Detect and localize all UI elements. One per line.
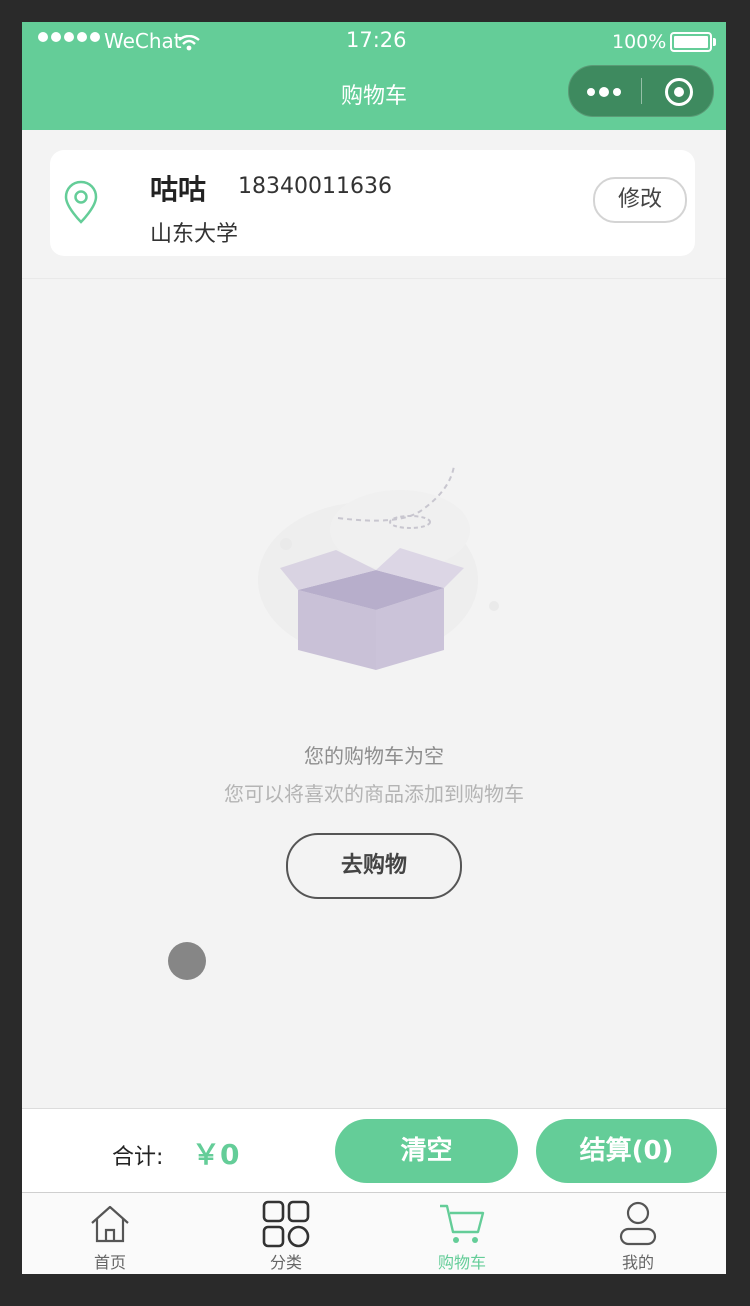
total-label: 合计: xyxy=(112,1145,164,1170)
tab-cart-label: 购物车 xyxy=(437,1253,486,1272)
checkout-bar: 合计: ￥0 清空 结算(0) xyxy=(22,1108,726,1193)
battery-icon xyxy=(670,32,716,52)
touch-indicator xyxy=(168,942,206,980)
capsule-divider xyxy=(641,78,642,104)
status-bar: WeChat 17:26 100% xyxy=(22,22,726,62)
category-icon xyxy=(226,1199,346,1249)
more-icon[interactable] xyxy=(587,87,621,97)
close-miniprogram-icon[interactable] xyxy=(665,78,693,106)
tab-category-label: 分类 xyxy=(269,1253,302,1272)
carrier-label: WeChat xyxy=(104,29,182,53)
clock: 17:26 xyxy=(346,28,407,52)
recipient-address: 山东大学 xyxy=(150,222,239,247)
tab-bar: 首页 分类 购物车 我的 xyxy=(22,1192,726,1274)
tab-home-label: 首页 xyxy=(93,1253,126,1272)
signal-icon xyxy=(38,32,100,42)
empty-cart-subtitle: 您可以将喜欢的商品添加到购物车 xyxy=(224,782,524,806)
tab-mine[interactable]: 我的 xyxy=(578,1199,698,1273)
tab-mine-label: 我的 xyxy=(621,1253,654,1272)
address-card: 咕咕 18340011636 山东大学 修改 xyxy=(50,150,695,256)
wifi-icon xyxy=(178,32,200,56)
clear-cart-button[interactable]: 清空 xyxy=(335,1119,518,1183)
checkout-button[interactable]: 结算(0) xyxy=(536,1119,717,1183)
app-window: WeChat 17:26 100% 购物车 咕咕 18340011636 山东大… xyxy=(22,22,726,1274)
top-bar: WeChat 17:26 100% 购物车 xyxy=(22,22,726,130)
empty-cart-title: 您的购物车为空 xyxy=(304,744,444,768)
miniprogram-capsule xyxy=(568,65,714,117)
cart-icon xyxy=(402,1199,522,1249)
tab-category[interactable]: 分类 xyxy=(226,1199,346,1273)
home-icon xyxy=(50,1199,170,1249)
battery-percent: 100% xyxy=(612,31,667,53)
tab-cart[interactable]: 购物车 xyxy=(402,1199,522,1273)
tab-home[interactable]: 首页 xyxy=(50,1199,170,1273)
recipient-name: 咕咕 xyxy=(150,173,207,206)
recipient-phone: 18340011636 xyxy=(238,174,392,199)
divider xyxy=(22,278,726,279)
user-icon xyxy=(578,1199,698,1249)
location-pin-icon xyxy=(64,180,98,228)
go-shopping-button[interactable]: 去购物 xyxy=(286,833,462,899)
modify-address-button[interactable]: 修改 xyxy=(593,177,687,223)
empty-box-illustration xyxy=(250,460,510,684)
total-amount: ￥0 xyxy=(192,1138,240,1171)
